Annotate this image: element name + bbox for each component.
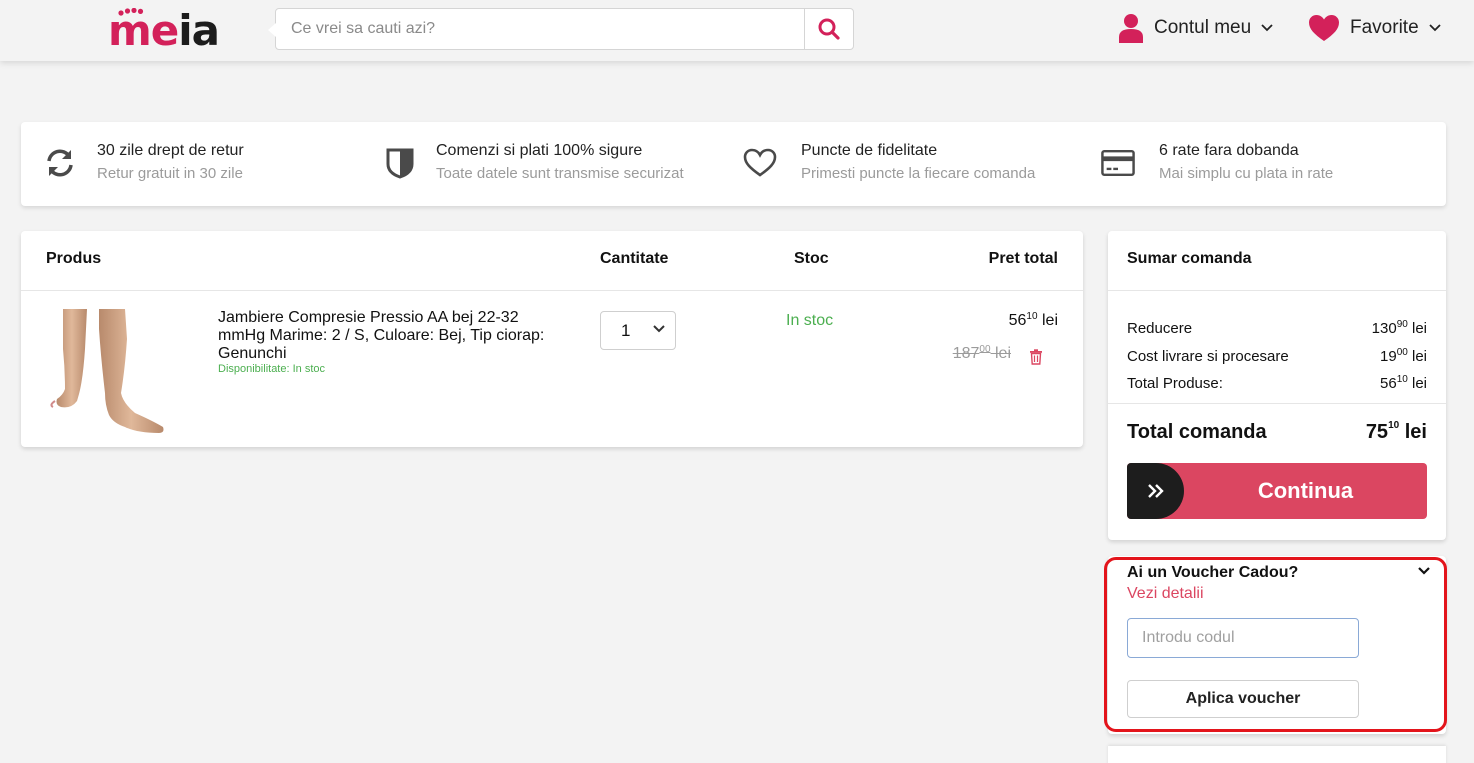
- col-product: Produs: [46, 250, 102, 267]
- voucher-panel: Ai un Voucher Cadou? Vezi detalii Aplica…: [1108, 556, 1446, 734]
- heart-outline-icon: [743, 146, 777, 180]
- next-panel-stub: [1108, 746, 1446, 763]
- search-button[interactable]: [804, 9, 853, 49]
- benefit-title: Comenzi si plati 100% sigure: [436, 142, 643, 159]
- cart-header-row: Produs Cantitate Stoc Pret total: [21, 231, 1083, 291]
- order-summary: Sumar comanda Reducere 13090 lei Cost li…: [1108, 231, 1446, 540]
- benefit-title: 6 rate fara dobanda: [1159, 142, 1299, 159]
- logo-wordmark: meia: [108, 6, 220, 55]
- double-chevron-right-icon: [1127, 463, 1184, 519]
- benefit-title: Puncte de fidelitate: [801, 142, 938, 159]
- benefit-title: 30 zile drept de retur: [97, 142, 244, 159]
- site-header: meia Contul meu Favorite: [0, 0, 1474, 61]
- product-image[interactable]: [49, 309, 167, 437]
- quantity-value: 1: [621, 320, 631, 340]
- summary-title: Sumar comanda: [1127, 250, 1252, 267]
- account-label: Contul meu: [1154, 17, 1252, 38]
- benefit-subtitle: Toate datele sunt transmise securizat: [436, 165, 684, 182]
- product-name-link[interactable]: Jambiere Compresie Pressio AA bej 22-32 …: [218, 309, 558, 363]
- user-icon: [1119, 14, 1143, 43]
- benefit-subtitle: Retur gratuit in 30 zile: [97, 165, 243, 182]
- search-box: [268, 8, 854, 50]
- shield-icon: [383, 146, 417, 180]
- continue-label: Continua: [1257, 478, 1354, 503]
- summary-row-discount: Reducere 13090 lei: [1127, 319, 1427, 337]
- product-availability: Disponibilitate: In stoc: [218, 363, 325, 375]
- col-quantity: Cantitate: [600, 250, 669, 267]
- summary-row-shipping: Cost livrare si procesare 1900 lei: [1127, 347, 1427, 365]
- favorites-menu[interactable]: Favorite: [1308, 10, 1441, 46]
- search-input[interactable]: [277, 10, 803, 48]
- trash-icon[interactable]: [1029, 349, 1043, 365]
- search-icon: [818, 18, 840, 40]
- heart-icon: [1309, 15, 1339, 41]
- stock-status: In stoc: [786, 312, 834, 329]
- continue-button[interactable]: Continua: [1127, 463, 1427, 519]
- favorites-label: Favorite: [1350, 17, 1419, 38]
- refresh-icon: [43, 146, 77, 180]
- credit-card-icon: [1101, 146, 1135, 180]
- item-old-price: 18700 lei: [952, 344, 1011, 362]
- chevron-down-icon[interactable]: [1418, 567, 1430, 575]
- item-price: 5610 lei: [1008, 311, 1058, 329]
- account-menu[interactable]: Contul meu: [1118, 10, 1273, 46]
- summary-row-products: Total Produse: 5610 lei: [1127, 374, 1427, 392]
- summary-header: Sumar comanda: [1108, 231, 1446, 291]
- benefit-subtitle: Mai simplu cu plata in rate: [1159, 165, 1334, 182]
- voucher-code-input[interactable]: [1127, 618, 1359, 658]
- quantity-select[interactable]: 1: [600, 311, 676, 350]
- cart-table: Produs Cantitate Stoc Pret total Jambier…: [21, 231, 1083, 447]
- voucher-title: Ai un Voucher Cadou?: [1127, 564, 1299, 581]
- apply-voucher-button[interactable]: Aplica voucher: [1127, 680, 1359, 718]
- chevron-down-icon: [1429, 24, 1441, 32]
- voucher-details-link[interactable]: Vezi detalii: [1127, 585, 1204, 603]
- site-logo[interactable]: meia: [108, 8, 250, 54]
- chevron-down-icon: [653, 325, 665, 333]
- order-total: Total comanda 7510 lei: [1127, 420, 1427, 443]
- col-total: Pret total: [988, 250, 1058, 267]
- benefits-bar: 30 zile drept de retur Retur gratuit in …: [21, 122, 1446, 206]
- benefit-subtitle: Primesti puncte la fiecare comanda: [801, 165, 1036, 182]
- chevron-down-icon: [1261, 24, 1273, 32]
- summary-divider: [1108, 403, 1446, 404]
- col-stock: Stoc: [794, 250, 829, 267]
